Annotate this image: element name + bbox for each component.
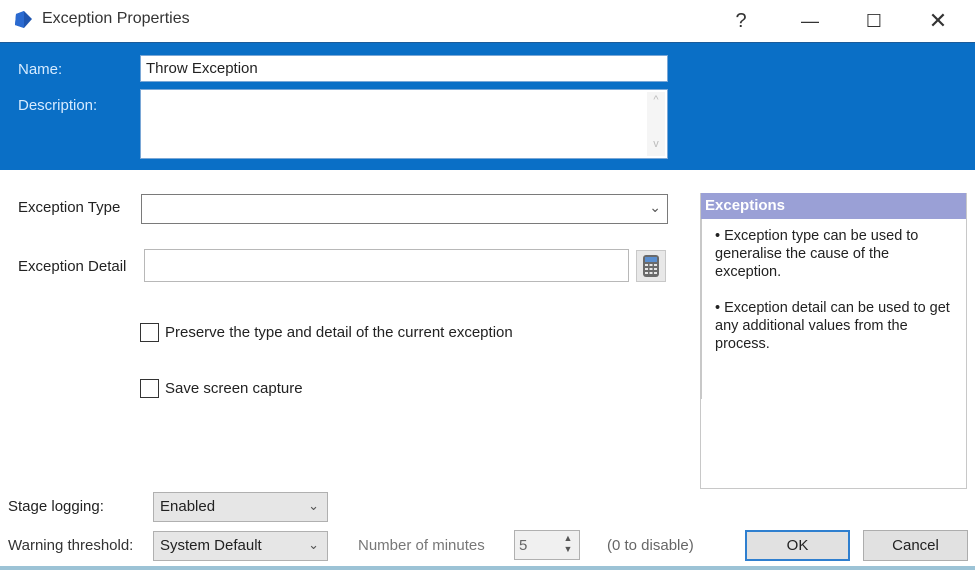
checkbox-box[interactable]: [140, 323, 159, 342]
number-of-minutes-label: Number of minutes: [358, 537, 485, 554]
exception-type-select[interactable]: ⌄: [141, 194, 668, 224]
preserve-exception-label: Preserve the type and detail of the curr…: [165, 324, 513, 341]
window-bottom-border: [0, 566, 975, 570]
stage-logging-value: Enabled: [160, 498, 216, 515]
checkbox-box[interactable]: [140, 379, 159, 398]
minutes-spinner[interactable]: 5 ▲ ▼: [514, 530, 580, 560]
scroll-up-icon[interactable]: ^: [647, 94, 665, 110]
chevron-down-icon: ⌄: [649, 199, 661, 215]
warning-threshold-value: System Default: [160, 537, 262, 554]
panel-divider: [700, 219, 702, 399]
stage-logging-label: Stage logging:: [8, 498, 104, 515]
expression-editor-button[interactable]: [636, 250, 666, 282]
exceptions-help-panel: Exceptions • Exception type can be used …: [700, 193, 967, 489]
cancel-button[interactable]: Cancel: [863, 530, 968, 561]
calculator-icon: [643, 255, 659, 277]
stage-header: Name: Description: ^ v: [0, 42, 975, 170]
close-button[interactable]: ✕: [915, 6, 961, 36]
window-title: Exception Properties: [42, 10, 190, 27]
ok-button[interactable]: OK: [745, 530, 850, 561]
save-screen-capture-label: Save screen capture: [165, 380, 303, 397]
exception-detail-input[interactable]: [144, 249, 629, 282]
scroll-down-icon[interactable]: v: [647, 138, 665, 154]
description-scrollbar[interactable]: ^ v: [647, 92, 665, 156]
disable-hint: (0 to disable): [607, 537, 694, 554]
warning-threshold-dropdown[interactable]: System Default ⌄: [153, 531, 328, 561]
help-button[interactable]: ?: [718, 6, 764, 36]
help-bullet: • Exception detail can be used to get an…: [715, 300, 950, 352]
name-label: Name:: [18, 61, 63, 78]
exception-detail-label: Exception Detail: [18, 258, 127, 275]
maximize-button[interactable]: ☐: [851, 6, 897, 36]
stage-logging-dropdown[interactable]: Enabled ⌄: [153, 492, 328, 522]
help-bullet: • Exception type can be used to generali…: [715, 228, 919, 280]
chevron-down-icon: ⌄: [308, 537, 319, 552]
save-screen-capture-checkbox[interactable]: Save screen capture: [140, 379, 303, 398]
minutes-value: 5: [519, 537, 528, 554]
exception-type-label: Exception Type: [18, 199, 121, 216]
spinner-arrows-icon[interactable]: ▲ ▼: [559, 533, 577, 557]
title-bar: Exception Properties ? — ☐ ✕: [0, 0, 975, 42]
warning-threshold-label: Warning threshold:: [8, 537, 134, 554]
name-input[interactable]: [140, 55, 668, 82]
description-label: Description:: [18, 97, 98, 114]
minimize-button[interactable]: —: [787, 6, 833, 36]
app-icon: [15, 11, 32, 28]
help-panel-title: Exceptions: [701, 193, 966, 219]
chevron-down-icon: ⌄: [308, 498, 319, 513]
preserve-exception-checkbox[interactable]: Preserve the type and detail of the curr…: [140, 323, 513, 342]
description-input[interactable]: ^ v: [140, 89, 668, 159]
